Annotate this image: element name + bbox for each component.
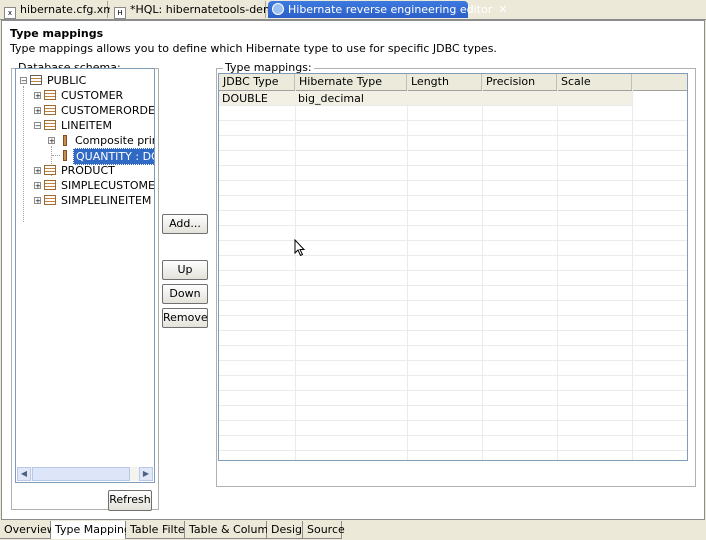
up-button[interactable]: Up <box>162 260 208 280</box>
empty-table-row <box>219 226 687 241</box>
table-row[interactable]: DOUBLE big_decimal <box>219 91 632 106</box>
empty-table-row <box>219 241 687 256</box>
empty-table-row <box>219 166 687 181</box>
section-title: Type mappings <box>10 27 104 40</box>
tree-node-label: PUBLIC <box>47 74 87 87</box>
expand-icon[interactable]: + <box>34 107 41 115</box>
tab-table-filters[interactable]: Table Filters <box>126 521 195 539</box>
empty-table-row <box>219 256 687 271</box>
scroll-right-icon[interactable]: ▶ <box>139 467 153 481</box>
empty-table-row <box>219 391 687 406</box>
cell-precision[interactable] <box>482 91 557 106</box>
tab-hibernate-cfg[interactable]: x hibernate.cfg.xml <box>0 1 117 19</box>
cell-jdbc-type[interactable]: DOUBLE <box>219 91 295 106</box>
empty-table-row <box>219 301 687 316</box>
empty-table-row <box>219 406 687 421</box>
table-icon <box>44 90 56 100</box>
cell-length[interactable] <box>407 91 482 106</box>
expand-icon[interactable]: + <box>34 167 41 175</box>
empty-table-row <box>219 106 687 121</box>
schema-icon <box>30 75 42 85</box>
remove-button[interactable]: Remove <box>162 308 208 328</box>
editor-page-tabs: Overview Type Mappings Table Filters Tab… <box>0 521 706 540</box>
empty-table-row <box>219 436 687 451</box>
tab-reverse-engineering-editor[interactable]: Hibernate reverse engineering editor ✕ <box>268 1 507 18</box>
cell-scale[interactable] <box>557 91 632 106</box>
tree-node-label: LINEITEM <box>61 119 112 132</box>
hql-editor-icon: H <box>114 7 126 19</box>
empty-table-row <box>219 316 687 331</box>
tree-node-label: PRODUCT <box>61 164 115 177</box>
tab-label: *HQL: hibernatetools-demo <box>130 3 281 16</box>
column-icon <box>63 150 67 161</box>
empty-table-row <box>219 451 687 460</box>
tab-table-columns[interactable]: Table & Columns <box>185 521 281 539</box>
scroll-left-icon[interactable]: ◀ <box>17 467 31 481</box>
xml-file-icon: x <box>4 7 16 19</box>
tree-node-label: CUSTOMERORDER <box>61 104 155 117</box>
tab-label: hibernate.cfg.xml <box>20 3 118 16</box>
type-mappings-table[interactable]: JDBC Type Hibernate Type Length Precisio… <box>218 73 688 461</box>
empty-table-row <box>219 286 687 301</box>
expand-icon[interactable]: + <box>34 92 41 100</box>
tree-node-label: SIMPLECUSTOMERC <box>61 179 155 192</box>
add-button[interactable]: Add... <box>162 214 208 234</box>
empty-table-row <box>219 136 687 151</box>
editor-tab-bar: x hibernate.cfg.xml H *HQL: hibernatetools… <box>0 0 706 20</box>
tab-hql-editor[interactable]: H *HQL: hibernatetools-demo <box>110 1 280 19</box>
tab-label: Hibernate reverse engineering editor <box>288 3 493 16</box>
section-description: Type mappings allows you to define which… <box>10 42 497 55</box>
column-header-jdbc-type[interactable]: JDBC Type <box>219 74 295 90</box>
column-header-scale[interactable]: Scale <box>557 74 632 90</box>
empty-table-row <box>219 331 687 346</box>
empty-table-row <box>219 421 687 436</box>
table-icon <box>44 105 56 115</box>
table-header: JDBC Type Hibernate Type Length Precisio… <box>219 74 687 91</box>
collapse-icon[interactable]: − <box>34 122 41 130</box>
table-icon <box>44 195 56 205</box>
empty-table-row <box>219 271 687 286</box>
table-icon <box>44 165 56 175</box>
scrollbar-thumb[interactable] <box>32 467 130 481</box>
tab-source[interactable]: Source <box>303 521 345 539</box>
column-header-length[interactable]: Length <box>407 74 482 90</box>
down-button[interactable]: Down <box>162 284 208 304</box>
tab-design[interactable]: Design <box>267 521 309 539</box>
empty-table-row <box>219 151 687 166</box>
empty-table-row <box>219 361 687 376</box>
schema-tree[interactable]: − PUBLIC + CUSTOMER + CUSTOMERORDER − LI… <box>15 68 155 483</box>
column-icon <box>63 135 67 146</box>
tree-node-label: SIMPLELINEITEM <box>61 194 152 207</box>
empty-table-row <box>219 121 687 136</box>
expand-icon[interactable]: + <box>34 182 41 190</box>
tab-overview[interactable]: Overview <box>0 521 56 539</box>
expand-icon[interactable]: + <box>34 197 41 205</box>
tree-node-label: CUSTOMER <box>61 89 124 102</box>
cell-hibernate-type[interactable]: big_decimal <box>295 91 407 106</box>
column-header-hibernate-type[interactable]: Hibernate Type <box>295 74 407 90</box>
tree-horizontal-scrollbar[interactable]: ◀ ▶ <box>17 467 153 481</box>
hibernate-icon <box>272 3 284 15</box>
empty-table-row <box>219 376 687 391</box>
empty-table-row <box>219 346 687 361</box>
empty-table-row <box>219 181 687 196</box>
empty-table-row <box>219 196 687 211</box>
mouse-cursor-icon <box>294 239 306 257</box>
column-header-precision[interactable]: Precision <box>482 74 557 90</box>
collapse-icon[interactable]: − <box>20 77 27 85</box>
table-icon <box>44 180 56 190</box>
close-icon[interactable]: ✕ <box>498 1 507 18</box>
empty-table-row <box>219 211 687 226</box>
table-icon <box>44 120 56 130</box>
tree-node-label: Composite prima <box>75 134 154 147</box>
refresh-button[interactable]: Refresh <box>108 490 152 511</box>
expand-icon[interactable]: + <box>48 137 55 145</box>
tab-type-mappings[interactable]: Type Mappings <box>51 521 137 539</box>
